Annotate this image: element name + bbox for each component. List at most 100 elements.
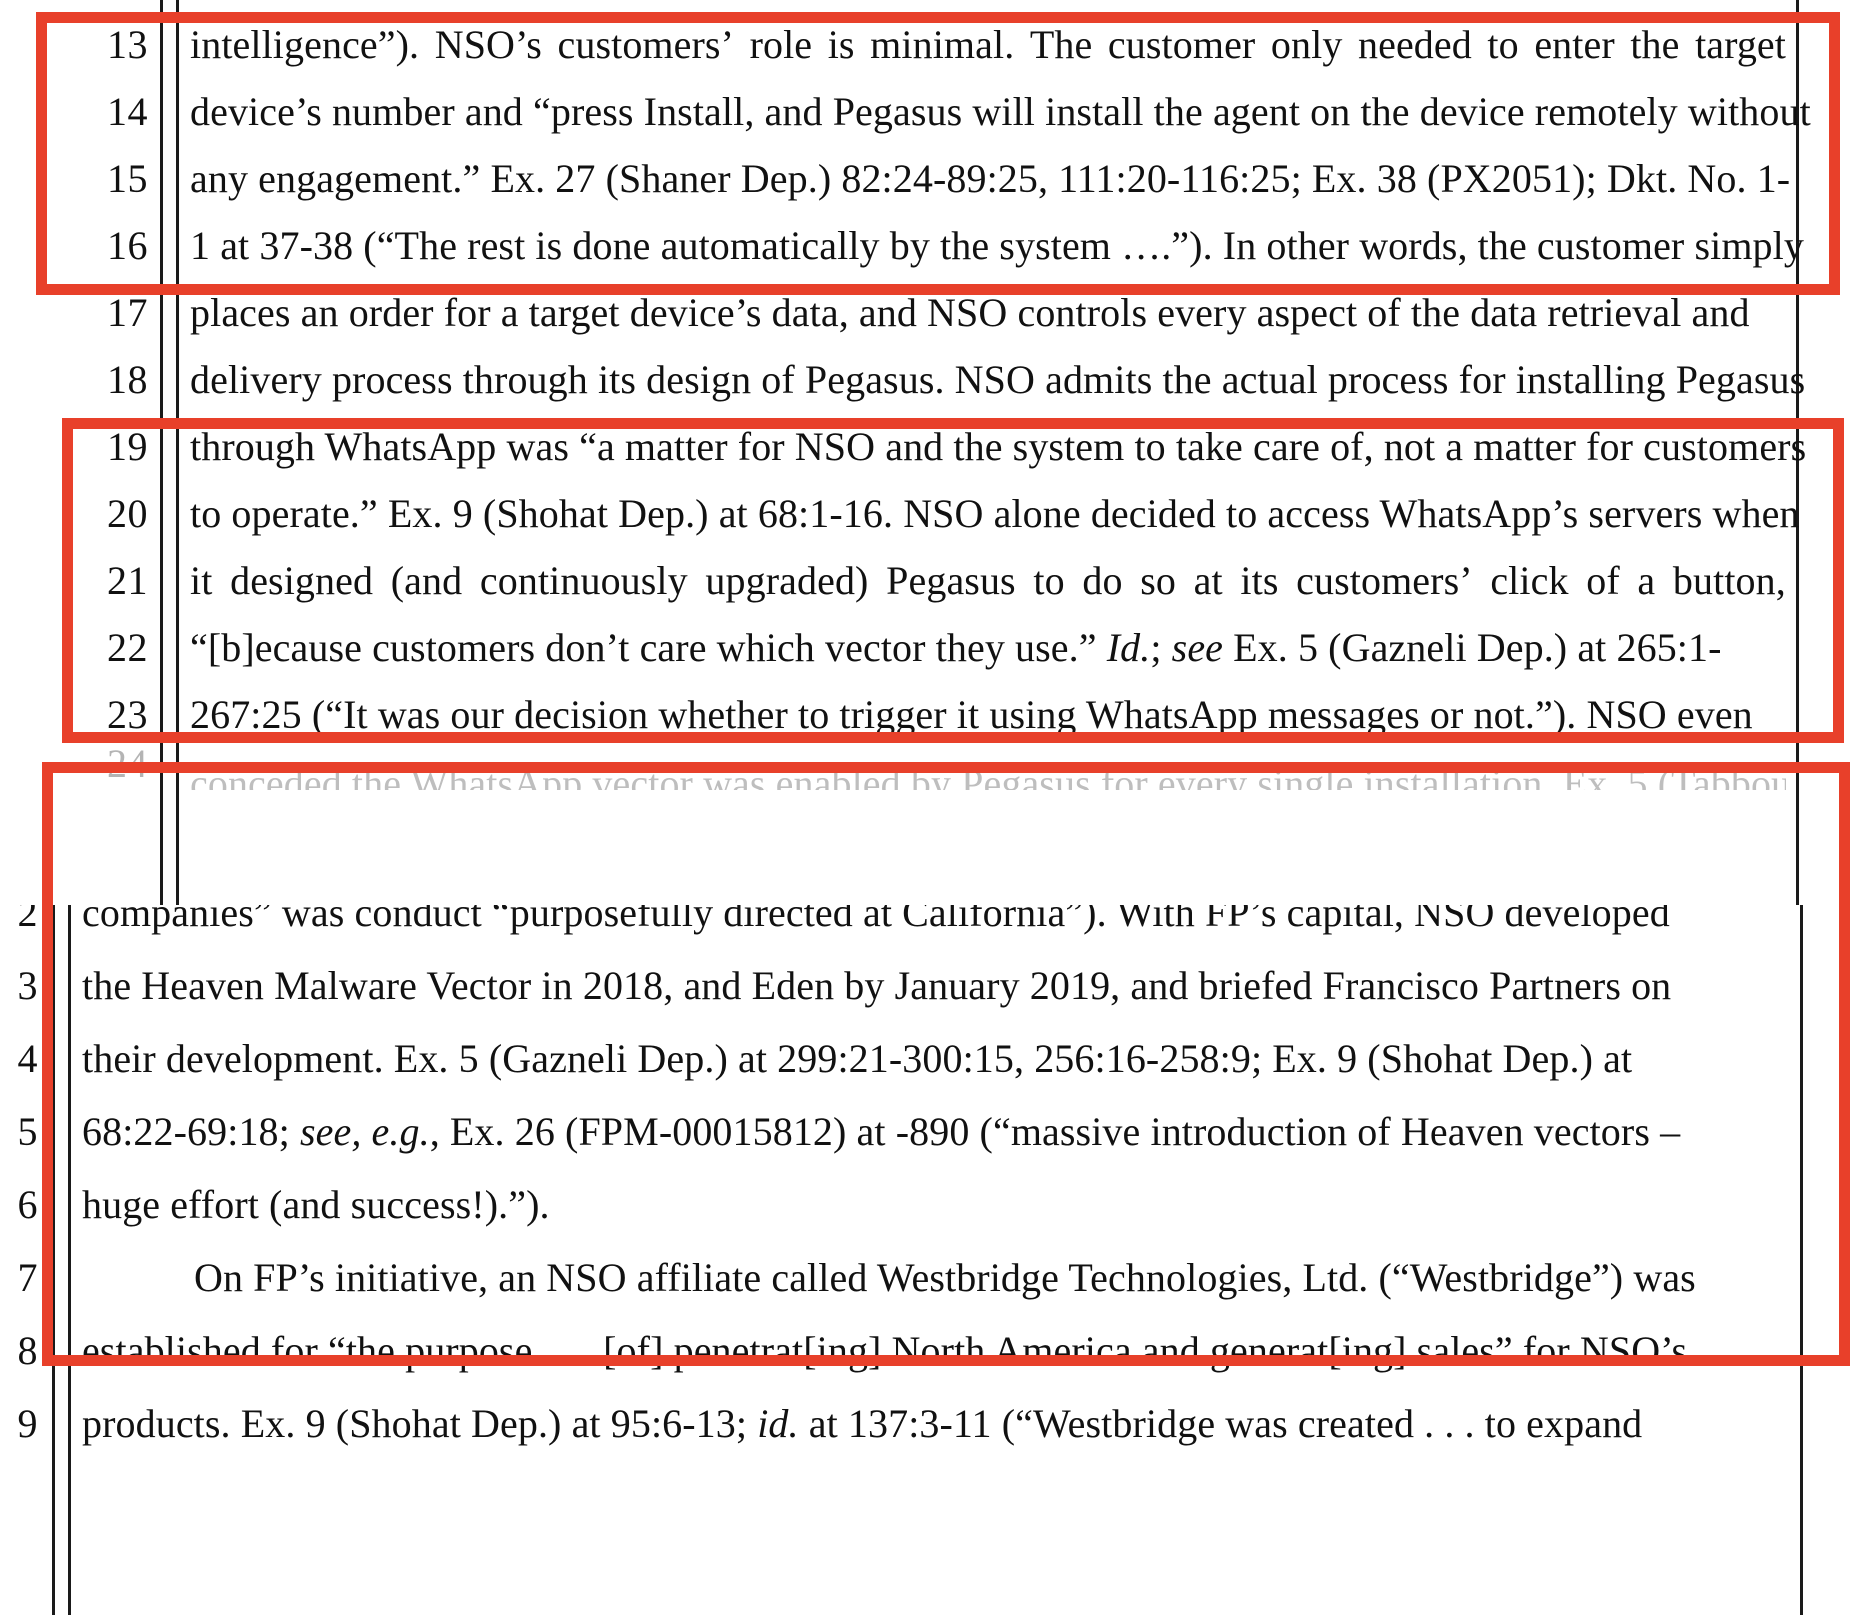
line-text: it designed (and continuously upgraded) Pegas… <box>190 548 1786 614</box>
line-text: to operate.” Ex. 9 (Shohat Dep.) at 68:1… <box>190 491 1800 536</box>
line-number: 23 <box>107 692 148 737</box>
line-chunk: NSO’s <box>434 22 542 67</box>
line-segment: products. Ex. 9 (Shohat Dep.) at 95:6-13… <box>82 1401 758 1446</box>
document-line: 21 it designed (and continuously upgraded) Pe… <box>0 548 1857 614</box>
line-chunk: customers’ <box>1296 558 1473 603</box>
document-line: 5 68:22-69:18; see, e.g., Ex. 26 (FPM-00… <box>0 1099 1857 1165</box>
document-line: 19 through WhatsApp was “a matter for NS… <box>0 414 1857 480</box>
line-number: 15 <box>107 156 148 201</box>
line-chunk: upgraded) <box>705 558 869 603</box>
document-line: 3 the Heaven Malware Vector in 2018, and… <box>0 953 1857 1019</box>
line-chunk: to <box>1033 558 1065 603</box>
citation-see-italic: see <box>1171 625 1224 670</box>
document-line: 18 delivery process through its design o… <box>0 347 1857 413</box>
line-chunk: The <box>1029 22 1093 67</box>
line-text: places an order for a target device’s da… <box>190 290 1750 335</box>
line-text: companies” was conduct “purposefully dir… <box>82 905 1670 935</box>
line-chunk: continuously <box>479 558 688 603</box>
line-chunk: of <box>1586 558 1620 603</box>
line-number: 21 <box>107 558 148 603</box>
document-line: 16 1 at 37-38 (“The rest is done automat… <box>0 213 1857 279</box>
document-line: 2 companies” was conduct “purposefully d… <box>0 905 1857 946</box>
line-chunk: enter <box>1534 22 1615 67</box>
line-text: 1 at 37-38 (“The rest is done automatica… <box>190 223 1804 268</box>
document-line: 13 intelligence”). NSO’s customers’ role is m… <box>0 12 1857 78</box>
line-chunk: to <box>1487 22 1519 67</box>
line-chunk: its <box>1240 558 1279 603</box>
line-chunk: designed <box>230 558 374 603</box>
line-text: through WhatsApp was “a matter for NSO a… <box>190 424 1807 469</box>
document-line: 14 device’s number and “press Install, a… <box>0 79 1857 145</box>
line-segment: Ex. 5 (Gazneli Dep.) at 265:1- <box>1223 625 1722 670</box>
document-line: 6 huge effort (and success!).”). <box>0 1172 1857 1238</box>
citation-see-eg-italic: see, e.g. <box>299 1109 430 1154</box>
line-number: 22 <box>107 625 148 670</box>
line-number: 3 <box>17 963 38 1008</box>
document-line: 4 their development. Ex. 5 (Gazneli Dep.… <box>0 1026 1857 1092</box>
line-chunk: intelligence”). <box>190 22 420 67</box>
clipped-line-number: 24 <box>107 741 148 786</box>
line-text: “[b]ecause customers don’t care which ve… <box>190 615 1722 681</box>
document-line: 7 On FP’s initiative, an NSO affiliate c… <box>0 1245 1857 1311</box>
line-text: intelligence”). NSO’s customers’ role is mini… <box>190 12 1786 78</box>
document-line: 23 267:25 (“It was our decision whether … <box>0 682 1857 748</box>
line-segment: 68:22-69:18; <box>82 1109 300 1154</box>
line-chunk: only <box>1270 22 1343 67</box>
line-number: 5 <box>17 1109 38 1154</box>
line-chunk: it <box>190 558 213 603</box>
line-chunk: is <box>827 22 855 67</box>
line-text: On FP’s initiative, an NSO affiliate cal… <box>82 1245 1696 1311</box>
line-segment: at 137:3-11 (“Westbridge was created . .… <box>798 1401 1643 1446</box>
clipped-document-line: conceded the WhatsApp vector was enabled… <box>190 761 1786 790</box>
citation-id-italic: Id. <box>1106 625 1151 670</box>
line-chunk: a <box>1637 558 1656 603</box>
line-number: 6 <box>17 1182 38 1227</box>
line-segment: “[b]ecause customers don’t care which ve… <box>190 625 1107 670</box>
document-line: 20 to operate.” Ex. 9 (Shohat Dep.) at 6… <box>0 481 1857 547</box>
line-number: 4 <box>17 1036 38 1081</box>
line-number: 9 <box>17 1401 38 1446</box>
document-line: 17 places an order for a target device’s… <box>0 280 1857 346</box>
document-line: 9 products. Ex. 9 (Shohat Dep.) at 95:6-… <box>0 1391 1857 1457</box>
line-segment: On FP’s initiative, an NSO affiliate cal… <box>194 1255 1696 1300</box>
document-page-fragment-bottom: 2 companies” was conduct “purposefully d… <box>0 905 1857 1615</box>
line-text: 267:25 (“It was our decision whether to … <box>190 692 1753 737</box>
line-chunk: Pegasus <box>886 558 1016 603</box>
line-chunk: customer <box>1107 22 1256 67</box>
line-chunk: target <box>1695 22 1786 67</box>
line-chunk: click <box>1490 558 1569 603</box>
document-page-fragment-top: 13 intelligence”). NSO’s customers’ role is m… <box>0 0 1857 905</box>
citation-id-italic: id. <box>757 1401 799 1446</box>
line-number: 20 <box>107 491 148 536</box>
line-chunk: at <box>1193 558 1223 603</box>
line-text: their development. Ex. 5 (Gazneli Dep.) … <box>82 1036 1633 1081</box>
line-text: established for “the purpose . . . [of] … <box>82 1328 1688 1373</box>
line-chunk: (and <box>390 558 463 603</box>
line-number: 14 <box>107 89 148 134</box>
document-line: 15 any engagement.” Ex. 27 (Shaner Dep.)… <box>0 146 1857 212</box>
line-text: 68:22-69:18; see, e.g., Ex. 26 (FPM-0001… <box>82 1099 1680 1165</box>
line-chunk: customers’ <box>557 22 734 67</box>
document-line: 22 “[b]ecause customers don’t care which… <box>0 615 1857 681</box>
line-text: any engagement.” Ex. 27 (Shaner Dep.) 82… <box>190 156 1791 201</box>
line-text: the Heaven Malware Vector in 2018, and E… <box>82 963 1672 1008</box>
line-number: 13 <box>107 22 148 67</box>
line-number: 17 <box>107 290 148 335</box>
line-number: 16 <box>107 223 148 268</box>
line-text: products. Ex. 9 (Shohat Dep.) at 95:6-13… <box>82 1391 1642 1457</box>
line-segment: , Ex. 26 (FPM-00015812) at -890 (“massiv… <box>429 1109 1681 1154</box>
line-chunk: role <box>749 22 813 67</box>
line-segment: ; <box>1150 625 1172 670</box>
line-number: 19 <box>107 424 148 469</box>
line-chunk: needed <box>1357 22 1472 67</box>
line-chunk: the <box>1630 22 1680 67</box>
line-number: 7 <box>17 1255 38 1300</box>
document-line: 8 established for “the purpose . . . [of… <box>0 1318 1857 1384</box>
line-text: device’s number and “press Install, and … <box>190 89 1811 134</box>
line-text: huge effort (and success!).”). <box>82 1182 550 1227</box>
line-text: delivery process through its design of P… <box>190 357 1806 402</box>
line-chunk: so <box>1140 558 1177 603</box>
line-number: 2 <box>17 905 38 935</box>
line-chunk: do <box>1082 558 1123 603</box>
line-chunk: minimal. <box>870 22 1015 67</box>
